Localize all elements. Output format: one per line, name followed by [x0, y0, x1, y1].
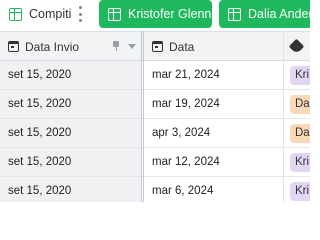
column-divider: [283, 31, 284, 202]
tag-icon: [288, 38, 305, 55]
view-tab-label: Kristofer Glenn: [128, 7, 212, 21]
cell-assignee[interactable]: Kri: [283, 177, 310, 202]
view-tab-dalia-andersen[interactable]: Dalia Anderse: [219, 0, 310, 28]
data-grid: Data Invio Data set 15, 2020 mar 21, 202…: [0, 31, 310, 202]
cell-data-invio[interactable]: set 15, 2020: [0, 119, 141, 147]
more-options-icon[interactable]: [77, 6, 83, 22]
sheet-icon: [9, 7, 22, 21]
calendar-icon: [152, 41, 163, 52]
pin-icon[interactable]: [112, 41, 120, 51]
cell-data-invio[interactable]: set 15, 2020: [0, 148, 141, 176]
cell-assignee[interactable]: Dal: [283, 90, 310, 118]
grid-header: Data Invio Data: [0, 31, 310, 61]
column-header-label: Data: [169, 39, 195, 54]
cell-data-invio[interactable]: set 15, 2020: [0, 61, 141, 89]
view-toolbar: Compiti Kristofer Glenn Dalia Anderse: [0, 0, 310, 31]
table-row[interactable]: set 15, 2020 mar 12, 2024 Kri: [0, 148, 310, 177]
view-tab-kristofer-glenn[interactable]: Kristofer Glenn: [99, 0, 212, 28]
cell-data[interactable]: mar 12, 2024: [144, 148, 283, 176]
table-row[interactable]: set 15, 2020 apr 3, 2024 Dal: [0, 119, 310, 148]
cell-data[interactable]: mar 19, 2024: [144, 90, 283, 118]
column-header-data[interactable]: Data: [144, 32, 283, 61]
column-header-label: Data Invio: [25, 39, 80, 54]
cell-assignee[interactable]: Dal: [283, 119, 310, 147]
table-row[interactable]: set 15, 2020 mar 19, 2024 Dal: [0, 90, 310, 119]
assignee-chip: Kri: [290, 65, 310, 85]
calendar-icon: [8, 41, 19, 52]
sheet-icon: [228, 7, 241, 21]
table-row[interactable]: set 15, 2020 mar 6, 2024 Kri: [0, 177, 310, 202]
frozen-column-divider[interactable]: [141, 31, 144, 202]
column-header-assignee[interactable]: [283, 32, 310, 61]
assignee-chip: Dal: [290, 94, 310, 114]
chevron-down-icon[interactable]: [128, 44, 136, 49]
cell-data-invio[interactable]: set 15, 2020: [0, 177, 141, 202]
sheet-icon: [108, 7, 121, 21]
view-tab-label: Dalia Anderse: [248, 7, 310, 21]
cell-data-invio[interactable]: set 15, 2020: [0, 90, 141, 118]
assignee-chip: Dal: [290, 123, 310, 143]
cell-data[interactable]: mar 21, 2024: [144, 61, 283, 89]
app-window: Compiti Kristofer Glenn Dalia Anderse Da…: [0, 0, 310, 202]
cell-data[interactable]: mar 6, 2024: [144, 177, 283, 202]
assignee-chip: Kri: [290, 152, 310, 172]
cell-data[interactable]: apr 3, 2024: [144, 119, 283, 147]
view-tab-label: Compiti: [29, 7, 72, 21]
table-row[interactable]: set 15, 2020 mar 21, 2024 Kri: [0, 61, 310, 90]
cell-assignee[interactable]: Kri: [283, 148, 310, 176]
cell-assignee[interactable]: Kri: [283, 61, 310, 89]
assignee-chip: Kri: [290, 181, 310, 201]
